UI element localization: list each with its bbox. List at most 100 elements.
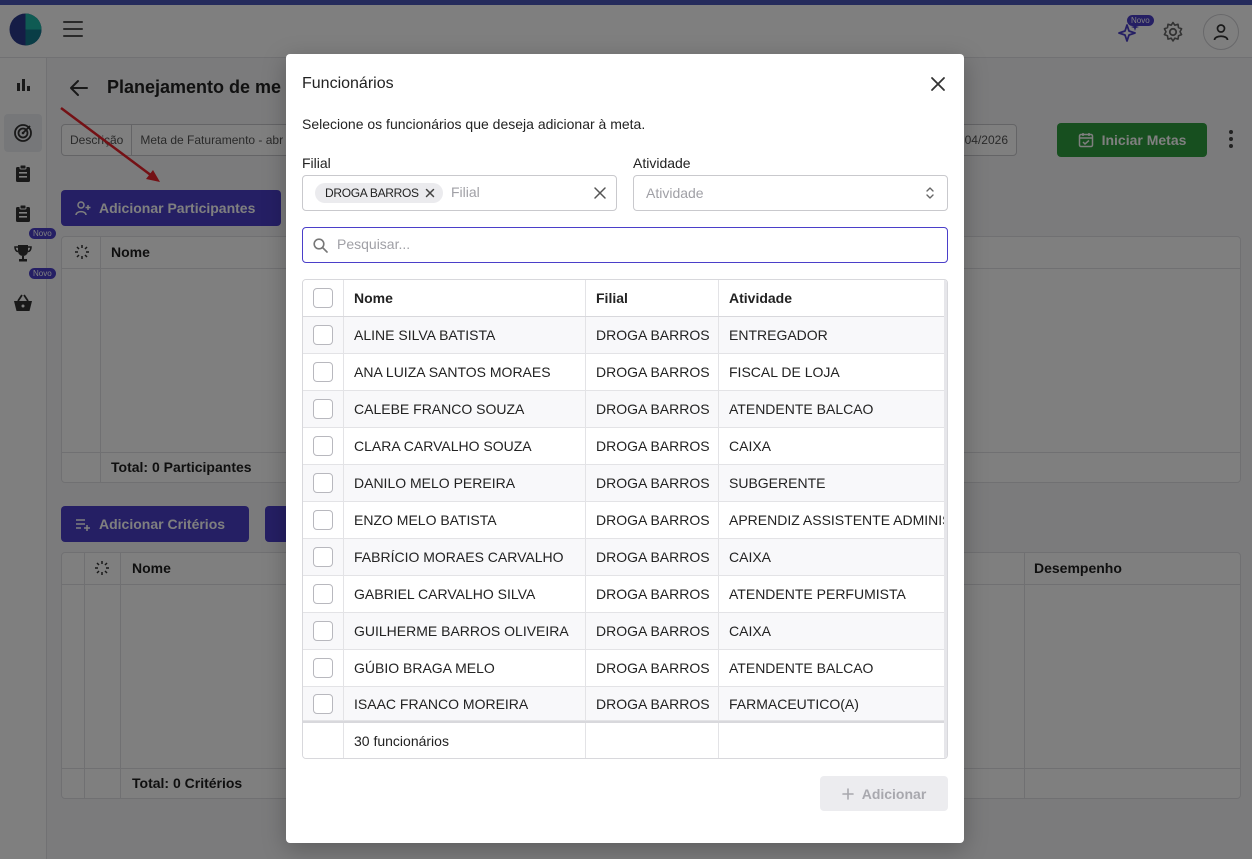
cell-nome: FABRÍCIO MORAES CARVALHO [344,539,586,575]
row-checkbox-cell [303,428,344,464]
atividade-select[interactable]: Atividade [633,175,948,211]
row-checkbox[interactable] [313,362,333,382]
cell-filial: DROGA BARROS [586,502,719,538]
table-row[interactable]: ALINE SILVA BATISTA DROGA BARROS ENTREGA… [303,317,947,354]
cell-atividade: ATENDENTE PERFUMISTA [729,586,906,602]
cell-atividade: APRENDIZ ASSISTENTE ADMINIST [729,512,947,528]
dialog-title: Funcionários [302,75,394,92]
table-footer-row: 30 funcionários [303,721,947,758]
atividade-label: Atividade [633,155,691,171]
row-checkbox-cell [303,391,344,427]
row-checkbox[interactable] [313,658,333,678]
cell-atividade: FARMACEUTICO(A) [729,695,859,712]
row-checkbox-cell [303,687,344,720]
cell-filial: DROGA BARROS [586,576,719,612]
footer-empty-cell [586,723,719,758]
filial-label: Filial [302,155,331,171]
dialog-subtitle: Selecione os funcionários que deseja adi… [302,116,646,132]
cell-filial: DROGA BARROS [586,613,719,649]
row-checkbox[interactable] [313,547,333,567]
search-field[interactable] [302,227,948,263]
cell-nome: CLARA CARVALHO SOUZA [344,428,586,464]
row-checkbox-cell [303,317,344,353]
row-checkbox[interactable] [313,510,333,530]
table-row[interactable]: GUILHERME BARROS OLIVEIRA DROGA BARROS C… [303,613,947,650]
row-checkbox-cell [303,576,344,612]
table-row[interactable]: CALEBE FRANCO SOUZA DROGA BARROS ATENDEN… [303,391,947,428]
row-checkbox[interactable] [313,473,333,493]
filial-input[interactable] [451,184,581,200]
cell-nome: CALEBE FRANCO SOUZA [344,391,586,427]
column-header-atividade[interactable]: Atividade [719,280,947,316]
filial-chip: DROGA BARROS [315,183,443,203]
employees-dialog: Funcionários Selecione os funcionários q… [286,54,964,843]
search-input[interactable] [337,236,927,252]
table-row[interactable]: GABRIEL CARVALHO SILVA DROGA BARROS ATEN… [303,576,947,613]
table-row[interactable]: DANILO MELO PEREIRA DROGA BARROS SUBGERE… [303,465,947,502]
row-checkbox[interactable] [313,584,333,604]
row-checkbox[interactable] [313,621,333,641]
filial-chip-label: DROGA BARROS [325,186,419,200]
table-row[interactable]: ENZO MELO BATISTA DROGA BARROS APRENDIZ … [303,502,947,539]
employees-table: Nome Filial Atividade ALINE SILVA BATIST… [302,279,948,759]
cell-atividade: SUBGERENTE [729,475,826,491]
cell-nome: ANA LUIZA SANTOS MORAES [344,354,586,390]
table-header-row: Nome Filial Atividade [303,280,947,317]
search-icon [313,238,328,253]
filial-multiselect[interactable]: DROGA BARROS [302,175,617,211]
table-row[interactable]: ANA LUIZA SANTOS MORAES DROGA BARROS FIS… [303,354,947,391]
cell-filial: DROGA BARROS [586,687,719,720]
cell-nome: GABRIEL CARVALHO SILVA [344,576,586,612]
employee-count: 30 funcionários [344,723,586,758]
footer-empty-cell [303,723,344,758]
cell-atividade: ATENDENTE BALCAO [729,401,874,417]
cell-filial: DROGA BARROS [586,650,719,686]
row-checkbox-cell [303,465,344,501]
column-header-nome[interactable]: Nome [344,280,586,316]
row-checkbox[interactable] [313,325,333,345]
cell-filial: DROGA BARROS [586,354,719,390]
cell-atividade: CAIXA [729,549,772,565]
atividade-placeholder: Atividade [646,185,704,201]
cell-nome: DANILO MELO PEREIRA [344,465,586,501]
table-row[interactable]: ISAAC FRANCO MOREIRA DROGA BARROS FARMAC… [303,687,947,721]
cell-filial: DROGA BARROS [586,539,719,575]
row-checkbox-cell [303,354,344,390]
cell-nome: GUILHERME BARROS OLIVEIRA [344,613,586,649]
cell-filial: DROGA BARROS [586,428,719,464]
cell-atividade: ATENDENTE BALCAO [729,660,874,676]
plus-icon [841,787,854,800]
row-checkbox-cell [303,502,344,538]
chip-remove-icon[interactable] [425,188,435,198]
row-checkbox-cell [303,650,344,686]
clear-icon[interactable] [593,186,607,200]
table-row[interactable]: GÚBIO BRAGA MELO DROGA BARROS ATENDENTE … [303,650,947,687]
cell-atividade: CAIXA [729,438,772,454]
row-checkbox-cell [303,539,344,575]
row-checkbox[interactable] [313,399,333,419]
cell-filial: DROGA BARROS [586,317,719,353]
cell-atividade: FISCAL DE LOJA [729,364,840,380]
row-checkbox[interactable] [313,436,333,456]
column-header-filial[interactable]: Filial [586,280,719,316]
chevron-up-down-icon [926,187,934,199]
cell-filial: DROGA BARROS [586,465,719,501]
row-checkbox-cell [303,613,344,649]
close-icon[interactable] [928,74,948,94]
row-checkbox[interactable] [313,693,333,714]
table-row[interactable]: CLARA CARVALHO SOUZA DROGA BARROS CAIXA [303,428,947,465]
cell-atividade: ENTREGADOR [729,327,828,343]
cell-filial: DROGA BARROS [586,391,719,427]
add-button[interactable]: Adicionar [820,776,948,811]
footer-empty-cell [719,723,947,758]
add-button-label: Adicionar [861,785,927,802]
cell-nome: ISAAC FRANCO MOREIRA [344,687,586,720]
cell-nome: ALINE SILVA BATISTA [344,317,586,353]
cell-atividade: CAIXA [729,623,772,639]
cell-nome: ENZO MELO BATISTA [344,502,586,538]
cell-nome: GÚBIO BRAGA MELO [344,650,586,686]
table-scrollbar[interactable] [944,280,947,758]
table-row[interactable]: FABRÍCIO MORAES CARVALHO DROGA BARROS CA… [303,539,947,576]
select-all-checkbox[interactable] [313,288,333,308]
select-all-cell [303,280,344,316]
